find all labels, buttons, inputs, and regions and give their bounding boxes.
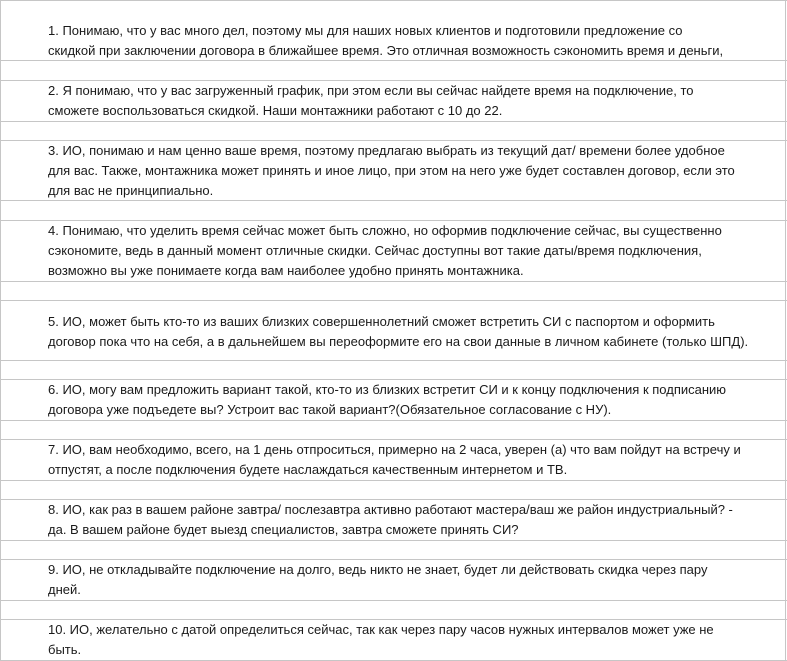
item-text-line: отпустят, а после подключения будете нас…	[48, 462, 568, 477]
list-item-6[interactable]: 6. ИО, могу вам предложить вариант такой…	[1, 380, 787, 420]
list-item-9[interactable]: 9. ИО, не откладывайте подключение на до…	[1, 560, 787, 600]
grid-line	[1, 0, 787, 1]
item-text-line: 5. ИО, может быть кто-то из ваших близки…	[48, 314, 715, 329]
item-text-line: 2. Я понимаю, что у вас загруженный граф…	[48, 83, 694, 98]
item-text-line: для вас. Также, монтажника может принять…	[48, 163, 735, 178]
item-text-line: сможете воспользоваться скидкой. Наши мо…	[48, 103, 503, 118]
grid-line	[1, 281, 787, 282]
grid-line	[1, 420, 787, 421]
list-item-3[interactable]: 3. ИО, понимаю и нам ценно ваше время, п…	[1, 141, 787, 201]
grid-line	[1, 600, 787, 601]
list-item-4[interactable]: 4. Понимаю, что уделить время сейчас мож…	[1, 221, 787, 281]
item-text-line: для вас не принципиально.	[48, 183, 214, 198]
item-text-line: 9. ИО, не откладывайте подключение на до…	[48, 562, 708, 577]
grid-line	[1, 540, 787, 541]
list-item-10[interactable]: 10. ИО, желательно с датой определиться …	[1, 620, 787, 660]
item-text-line: сэкономите, ведь в данный момент отличны…	[48, 243, 702, 258]
item-text-line: 7. ИО, вам необходимо, всего, на 1 день …	[48, 442, 741, 457]
item-text-line: быть.	[48, 642, 82, 657]
grid-line	[1, 121, 787, 122]
item-text-line: да. В вашем районе будет выезд специалис…	[48, 522, 519, 537]
item-text-line: 1. Понимаю, что у вас много дел, поэтому…	[48, 23, 683, 38]
spreadsheet-grid: 1. Понимаю, что у вас много дел, поэтому…	[0, 0, 787, 661]
item-text-line: договор пока что на себя, а в дальнейшем…	[48, 334, 749, 349]
item-text-line: возможно вы уже понимаете когда вам наиб…	[48, 263, 524, 278]
item-text-line: 4. Понимаю, что уделить время сейчас мож…	[48, 223, 722, 238]
item-text-line: 10. ИО, желательно с датой определиться …	[48, 622, 714, 637]
list-item-5[interactable]: 5. ИО, может быть кто-то из ваших близки…	[1, 312, 787, 352]
item-text-line: скидкой при заключении договора в ближай…	[48, 43, 724, 58]
item-text-line: договора уже подъедете вы? Устроит вас т…	[48, 402, 612, 417]
item-text-line: 8. ИО, как раз в вашем районе завтра/ по…	[48, 502, 733, 517]
grid-line	[1, 300, 787, 301]
item-text-line: 3. ИО, понимаю и нам ценно ваше время, п…	[48, 143, 725, 158]
item-text-line: дней.	[48, 582, 81, 597]
item-text-line: 6. ИО, могу вам предложить вариант такой…	[48, 382, 727, 397]
list-item-2[interactable]: 2. Я понимаю, что у вас загруженный граф…	[1, 81, 787, 121]
grid-line	[1, 360, 787, 361]
list-item-7[interactable]: 7. ИО, вам необходимо, всего, на 1 день …	[1, 440, 787, 480]
list-item-1[interactable]: 1. Понимаю, что у вас много дел, поэтому…	[1, 21, 787, 61]
grid-line	[1, 480, 787, 481]
list-item-8[interactable]: 8. ИО, как раз в вашем районе завтра/ по…	[1, 500, 787, 540]
